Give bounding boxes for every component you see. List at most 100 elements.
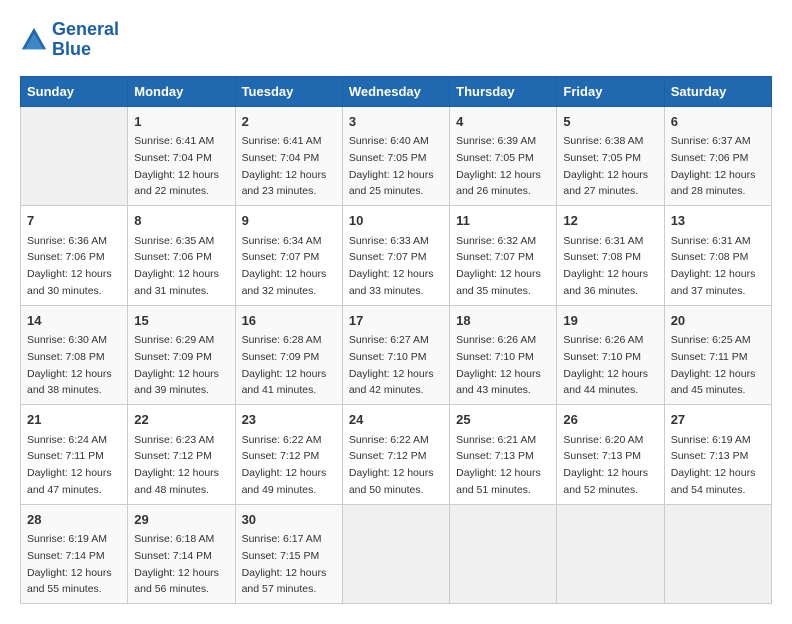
calendar-cell: 28 Sunrise: 6:19 AMSunset: 7:14 PMDaylig…: [21, 504, 128, 604]
day-number: 26: [563, 410, 657, 430]
day-number: 13: [671, 211, 765, 231]
calendar-cell: 23 Sunrise: 6:22 AMSunset: 7:12 PMDaylig…: [235, 405, 342, 505]
day-info: Sunrise: 6:35 AMSunset: 7:06 PMDaylight:…: [134, 235, 219, 297]
logo: General Blue: [20, 20, 119, 60]
day-info: Sunrise: 6:23 AMSunset: 7:12 PMDaylight:…: [134, 434, 219, 496]
weekday-header-tuesday: Tuesday: [235, 76, 342, 106]
day-info: Sunrise: 6:21 AMSunset: 7:13 PMDaylight:…: [456, 434, 541, 496]
weekday-header-saturday: Saturday: [664, 76, 771, 106]
day-number: 1: [134, 112, 228, 132]
day-number: 9: [242, 211, 336, 231]
weekday-header-monday: Monday: [128, 76, 235, 106]
day-number: 20: [671, 311, 765, 331]
calendar-cell: 20 Sunrise: 6:25 AMSunset: 7:11 PMDaylig…: [664, 305, 771, 405]
weekday-header-sunday: Sunday: [21, 76, 128, 106]
day-info: Sunrise: 6:31 AMSunset: 7:08 PMDaylight:…: [563, 235, 648, 297]
day-number: 29: [134, 510, 228, 530]
day-number: 2: [242, 112, 336, 132]
day-info: Sunrise: 6:26 AMSunset: 7:10 PMDaylight:…: [563, 334, 648, 396]
calendar-cell: 26 Sunrise: 6:20 AMSunset: 7:13 PMDaylig…: [557, 405, 664, 505]
calendar-cell: 9 Sunrise: 6:34 AMSunset: 7:07 PMDayligh…: [235, 206, 342, 306]
day-info: Sunrise: 6:29 AMSunset: 7:09 PMDaylight:…: [134, 334, 219, 396]
day-info: Sunrise: 6:32 AMSunset: 7:07 PMDaylight:…: [456, 235, 541, 297]
day-number: 7: [27, 211, 121, 231]
page-header: General Blue: [20, 20, 772, 60]
day-info: Sunrise: 6:17 AMSunset: 7:15 PMDaylight:…: [242, 533, 327, 595]
calendar-cell: [342, 504, 449, 604]
day-number: 27: [671, 410, 765, 430]
calendar-cell: 15 Sunrise: 6:29 AMSunset: 7:09 PMDaylig…: [128, 305, 235, 405]
calendar-cell: 29 Sunrise: 6:18 AMSunset: 7:14 PMDaylig…: [128, 504, 235, 604]
calendar-cell: 7 Sunrise: 6:36 AMSunset: 7:06 PMDayligh…: [21, 206, 128, 306]
day-info: Sunrise: 6:18 AMSunset: 7:14 PMDaylight:…: [134, 533, 219, 595]
calendar-table: SundayMondayTuesdayWednesdayThursdayFrid…: [20, 76, 772, 605]
weekday-header-thursday: Thursday: [450, 76, 557, 106]
day-number: 12: [563, 211, 657, 231]
day-info: Sunrise: 6:19 AMSunset: 7:14 PMDaylight:…: [27, 533, 112, 595]
day-number: 23: [242, 410, 336, 430]
day-number: 18: [456, 311, 550, 331]
day-info: Sunrise: 6:22 AMSunset: 7:12 PMDaylight:…: [242, 434, 327, 496]
weekday-header-friday: Friday: [557, 76, 664, 106]
logo-icon: [20, 26, 48, 54]
day-number: 19: [563, 311, 657, 331]
day-number: 11: [456, 211, 550, 231]
day-number: 21: [27, 410, 121, 430]
calendar-cell: 27 Sunrise: 6:19 AMSunset: 7:13 PMDaylig…: [664, 405, 771, 505]
day-number: 25: [456, 410, 550, 430]
day-number: 8: [134, 211, 228, 231]
calendar-cell: 14 Sunrise: 6:30 AMSunset: 7:08 PMDaylig…: [21, 305, 128, 405]
calendar-cell: 30 Sunrise: 6:17 AMSunset: 7:15 PMDaylig…: [235, 504, 342, 604]
day-info: Sunrise: 6:24 AMSunset: 7:11 PMDaylight:…: [27, 434, 112, 496]
calendar-cell: 25 Sunrise: 6:21 AMSunset: 7:13 PMDaylig…: [450, 405, 557, 505]
calendar-cell: [664, 504, 771, 604]
calendar-cell: 10 Sunrise: 6:33 AMSunset: 7:07 PMDaylig…: [342, 206, 449, 306]
calendar-cell: [557, 504, 664, 604]
calendar-cell: 5 Sunrise: 6:38 AMSunset: 7:05 PMDayligh…: [557, 106, 664, 206]
day-number: 14: [27, 311, 121, 331]
calendar-cell: 16 Sunrise: 6:28 AMSunset: 7:09 PMDaylig…: [235, 305, 342, 405]
day-info: Sunrise: 6:33 AMSunset: 7:07 PMDaylight:…: [349, 235, 434, 297]
day-number: 24: [349, 410, 443, 430]
day-info: Sunrise: 6:28 AMSunset: 7:09 PMDaylight:…: [242, 334, 327, 396]
calendar-cell: 4 Sunrise: 6:39 AMSunset: 7:05 PMDayligh…: [450, 106, 557, 206]
day-info: Sunrise: 6:37 AMSunset: 7:06 PMDaylight:…: [671, 135, 756, 197]
calendar-cell: 24 Sunrise: 6:22 AMSunset: 7:12 PMDaylig…: [342, 405, 449, 505]
day-number: 3: [349, 112, 443, 132]
day-number: 10: [349, 211, 443, 231]
day-info: Sunrise: 6:36 AMSunset: 7:06 PMDaylight:…: [27, 235, 112, 297]
day-info: Sunrise: 6:20 AMSunset: 7:13 PMDaylight:…: [563, 434, 648, 496]
calendar-cell: 12 Sunrise: 6:31 AMSunset: 7:08 PMDaylig…: [557, 206, 664, 306]
calendar-cell: 22 Sunrise: 6:23 AMSunset: 7:12 PMDaylig…: [128, 405, 235, 505]
day-info: Sunrise: 6:34 AMSunset: 7:07 PMDaylight:…: [242, 235, 327, 297]
day-info: Sunrise: 6:19 AMSunset: 7:13 PMDaylight:…: [671, 434, 756, 496]
day-info: Sunrise: 6:27 AMSunset: 7:10 PMDaylight:…: [349, 334, 434, 396]
day-info: Sunrise: 6:30 AMSunset: 7:08 PMDaylight:…: [27, 334, 112, 396]
day-info: Sunrise: 6:31 AMSunset: 7:08 PMDaylight:…: [671, 235, 756, 297]
day-number: 17: [349, 311, 443, 331]
day-number: 22: [134, 410, 228, 430]
weekday-header-wednesday: Wednesday: [342, 76, 449, 106]
calendar-cell: 17 Sunrise: 6:27 AMSunset: 7:10 PMDaylig…: [342, 305, 449, 405]
day-number: 16: [242, 311, 336, 331]
day-info: Sunrise: 6:39 AMSunset: 7:05 PMDaylight:…: [456, 135, 541, 197]
day-info: Sunrise: 6:25 AMSunset: 7:11 PMDaylight:…: [671, 334, 756, 396]
day-info: Sunrise: 6:41 AMSunset: 7:04 PMDaylight:…: [134, 135, 219, 197]
calendar-cell: [450, 504, 557, 604]
day-info: Sunrise: 6:41 AMSunset: 7:04 PMDaylight:…: [242, 135, 327, 197]
calendar-cell: 8 Sunrise: 6:35 AMSunset: 7:06 PMDayligh…: [128, 206, 235, 306]
day-number: 30: [242, 510, 336, 530]
calendar-cell: 6 Sunrise: 6:37 AMSunset: 7:06 PMDayligh…: [664, 106, 771, 206]
calendar-cell: 2 Sunrise: 6:41 AMSunset: 7:04 PMDayligh…: [235, 106, 342, 206]
calendar-cell: 21 Sunrise: 6:24 AMSunset: 7:11 PMDaylig…: [21, 405, 128, 505]
calendar-cell: 19 Sunrise: 6:26 AMSunset: 7:10 PMDaylig…: [557, 305, 664, 405]
day-number: 5: [563, 112, 657, 132]
day-info: Sunrise: 6:40 AMSunset: 7:05 PMDaylight:…: [349, 135, 434, 197]
day-number: 4: [456, 112, 550, 132]
logo-text: General Blue: [52, 20, 119, 60]
day-info: Sunrise: 6:26 AMSunset: 7:10 PMDaylight:…: [456, 334, 541, 396]
day-number: 6: [671, 112, 765, 132]
day-info: Sunrise: 6:22 AMSunset: 7:12 PMDaylight:…: [349, 434, 434, 496]
calendar-cell: 3 Sunrise: 6:40 AMSunset: 7:05 PMDayligh…: [342, 106, 449, 206]
day-number: 15: [134, 311, 228, 331]
